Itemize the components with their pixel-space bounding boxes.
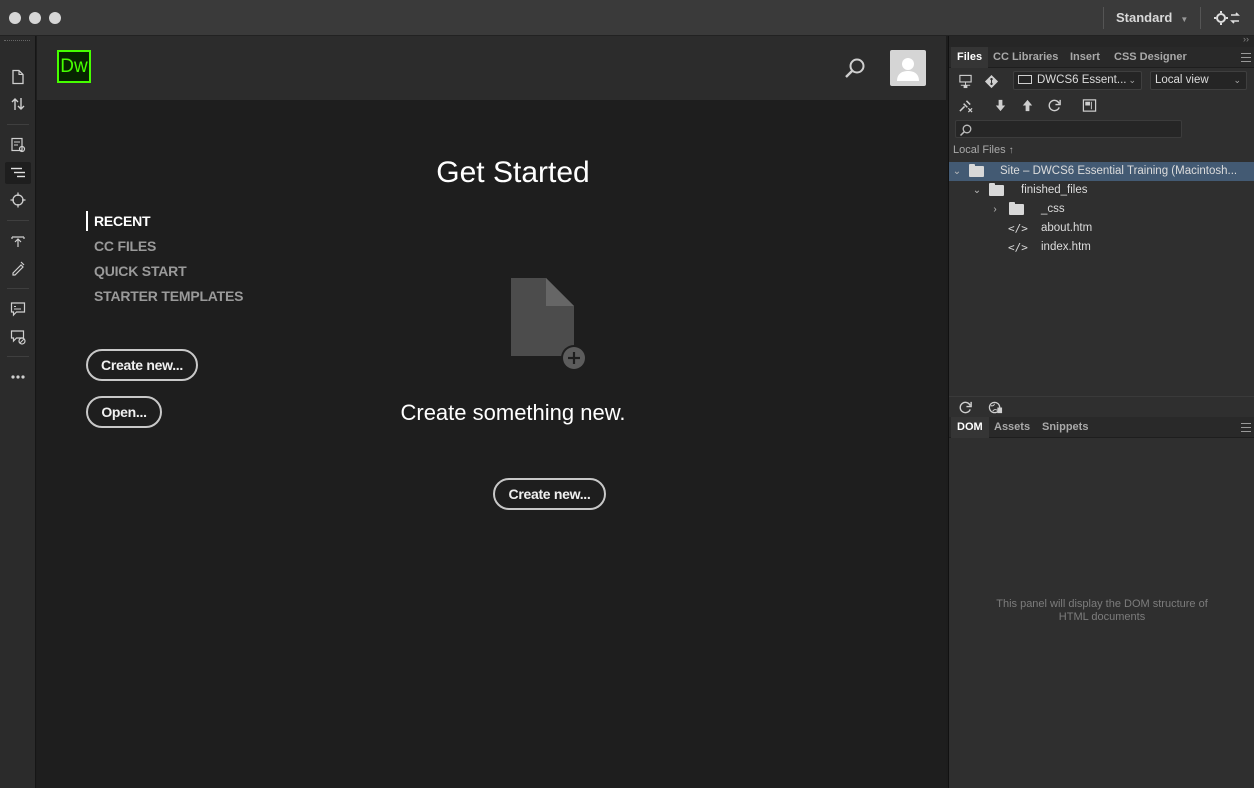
tree-row-about-htm[interactable]: </> about.htm — [949, 219, 1254, 238]
create-new-button[interactable]: Create new... — [86, 349, 198, 381]
page-title: Get Started — [436, 156, 590, 189]
apply-comment-icon[interactable] — [5, 257, 31, 279]
files-panel-footer — [949, 396, 1254, 417]
dom-empty-line-2: HTML documents — [1058, 611, 1146, 623]
right-panel: ›› Files CC Libraries Insert CSS Designe… — [948, 34, 1254, 788]
tab-css-designer[interactable]: CSS Designer — [1108, 47, 1193, 68]
dom-empty-message: This panel will display the DOM structur… — [949, 598, 1254, 624]
git-icon[interactable] — [982, 72, 1000, 90]
tree-row-site[interactable]: ⌄ Site – DWCS6 Essential Training (Macin… — [949, 162, 1254, 181]
nav-active-indicator — [86, 211, 88, 231]
view-select-value: Local view — [1155, 74, 1209, 86]
panel-dock-strip: ›› — [949, 34, 1254, 47]
code-file-icon: </> — [1008, 241, 1028, 254]
folder-icon — [989, 183, 1004, 196]
collapse-panels-icon[interactable]: ›› — [1243, 34, 1249, 44]
refresh-icon[interactable] — [956, 398, 974, 416]
tree-row-finished-files[interactable]: ⌄ finished_files — [949, 181, 1254, 200]
dom-panel-tabs: DOM Assets Snippets — [949, 417, 1254, 438]
tab-snippets[interactable]: Snippets — [1036, 417, 1094, 438]
tab-files[interactable]: Files — [951, 47, 989, 68]
nav-starter-templates[interactable]: STARTER TEMPLATES — [94, 288, 244, 304]
new-document-illustration-icon — [510, 276, 590, 371]
nav-quick-start[interactable]: QUICK START — [94, 263, 187, 279]
sync-settings-icon[interactable] — [1212, 8, 1244, 28]
sort-ascending-icon: ↑ — [1008, 145, 1014, 156]
tree-label: finished_files — [1021, 184, 1088, 196]
put-files-up-arrow-icon[interactable] — [1018, 96, 1036, 114]
tree-row-css-folder[interactable]: › _css — [949, 200, 1254, 219]
new-document-icon[interactable] — [5, 66, 31, 88]
minimize-window-button[interactable] — [29, 12, 41, 24]
file-transfer-icon[interactable] — [5, 93, 31, 115]
workspace-switcher[interactable]: Standard ▼ — [1103, 7, 1202, 29]
tree-label: _css — [1041, 203, 1065, 215]
tab-assets[interactable]: Assets — [988, 417, 1036, 438]
log-globe-icon[interactable] — [986, 398, 1004, 416]
title-bar: Standard ▼ — [0, 0, 1254, 36]
target-icon[interactable] — [5, 189, 31, 211]
nav-cc-files[interactable]: CC FILES — [94, 238, 156, 254]
view-select-dropdown[interactable]: Local view ⌄ — [1150, 71, 1247, 90]
panel-menu-icon[interactable] — [1241, 53, 1251, 62]
close-window-button[interactable] — [9, 12, 21, 24]
remove-comment-icon[interactable] — [5, 326, 31, 348]
tree-row-index-htm[interactable]: </> index.htm — [949, 238, 1254, 257]
chevron-down-icon: ▼ — [1180, 15, 1189, 24]
user-avatar[interactable] — [890, 50, 926, 86]
folder-icon — [1018, 75, 1032, 84]
tree-label: Site – DWCS6 Essential Training (Macinto… — [1000, 165, 1238, 177]
tab-dom[interactable]: DOM — [951, 417, 989, 438]
workspace-label: Standard — [1116, 10, 1173, 25]
dreamweaver-logo: Dw — [57, 50, 91, 83]
tab-cc-libraries[interactable]: CC Libraries — [987, 47, 1064, 68]
nav-recent[interactable]: RECENT — [94, 213, 151, 229]
comment-icon[interactable] — [5, 298, 31, 320]
chevron-down-icon: ⌄ — [1128, 75, 1136, 85]
local-files-label: Local Files — [953, 144, 1006, 156]
search-icon[interactable] — [843, 56, 867, 80]
center-create-new-button[interactable]: Create new... — [493, 478, 606, 510]
tab-insert[interactable]: Insert — [1064, 47, 1106, 68]
search-icon — [959, 124, 972, 137]
expand-panel-icon[interactable] — [1080, 96, 1098, 114]
folder-icon — [1009, 202, 1024, 215]
tree-label: about.htm — [1041, 222, 1093, 234]
code-file-icon: </> — [1008, 222, 1028, 235]
wrap-tag-icon[interactable] — [5, 230, 31, 252]
manage-sites-icon[interactable] — [956, 72, 974, 90]
local-files-column-header[interactable]: Local Files ↑ — [953, 144, 1014, 156]
site-select-value: DWCS6 Essent... — [1037, 74, 1127, 86]
folder-icon — [969, 164, 984, 177]
refresh-icon[interactable] — [1045, 96, 1063, 114]
file-search-input[interactable] — [955, 120, 1182, 138]
toolbar-grip[interactable] — [4, 40, 30, 43]
start-screen-header: Dw — [37, 36, 946, 100]
connect-remote-icon[interactable] — [956, 96, 974, 114]
chevron-down-icon[interactable]: ⌄ — [972, 181, 982, 200]
start-screen: Dw Get Started RECENT CC FILES QUICK STA… — [37, 36, 946, 788]
live-view-inspect-icon[interactable] — [5, 134, 31, 156]
chevron-right-icon[interactable]: › — [990, 200, 1000, 219]
chevron-down-icon: ⌄ — [1233, 75, 1241, 85]
get-files-down-arrow-icon[interactable] — [991, 96, 1009, 114]
site-select-dropdown[interactable]: DWCS6 Essent... ⌄ — [1013, 71, 1142, 90]
empty-state-message: Create something new. — [400, 400, 626, 425]
chevron-down-icon[interactable]: ⌄ — [952, 162, 962, 181]
more-tools-icon[interactable] — [5, 366, 31, 388]
tree-label: index.htm — [1041, 241, 1091, 253]
dom-empty-line-1: This panel will display the DOM structur… — [996, 598, 1208, 610]
panel-menu-icon[interactable] — [1241, 423, 1251, 432]
files-panel-tabs: Files CC Libraries Insert CSS Designer — [949, 47, 1254, 68]
zoom-window-button[interactable] — [49, 12, 61, 24]
